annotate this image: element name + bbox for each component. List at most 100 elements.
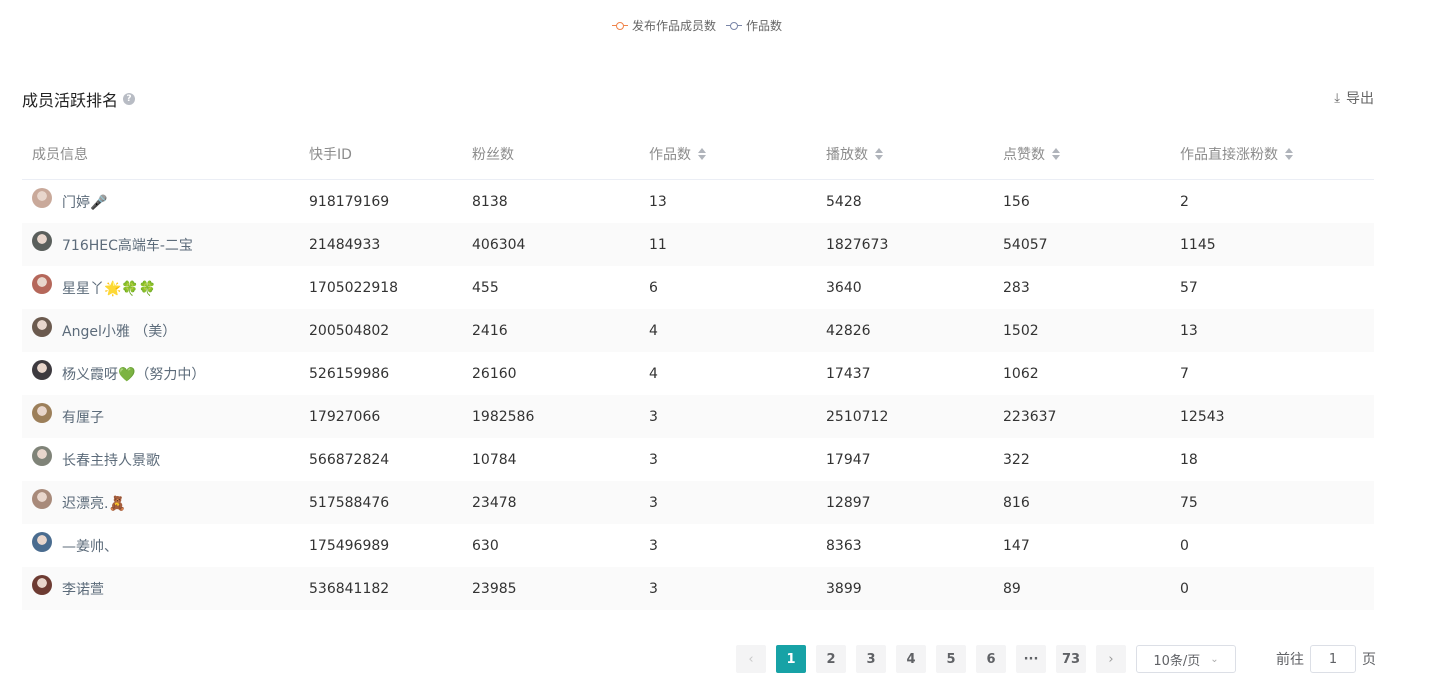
cell-follower-gain: 7 (1180, 365, 1189, 382)
avatar[interactable] (32, 574, 52, 595)
member-name[interactable]: 长春主持人景歌 (62, 450, 160, 470)
column-header-likes[interactable]: 点赞数 (993, 144, 1170, 164)
cell-works: 4 (649, 322, 658, 339)
member-name[interactable]: 李诺萱 (62, 579, 104, 599)
cell-plays: 1827673 (826, 236, 889, 253)
avatar[interactable] (32, 445, 52, 466)
table-row[interactable]: 迟漂亮.🧸 517588476 23478 3 12897 816 75 (22, 481, 1374, 524)
page-button[interactable]: 4 (896, 645, 926, 673)
member-name[interactable]: 有厘子 (62, 407, 104, 427)
chevron-down-icon: ⌄ (1210, 653, 1219, 665)
column-header-follower-gain[interactable]: 作品直接涨粉数 (1170, 144, 1374, 164)
table-row[interactable]: 716HEC高端车-二宝 21484933 406304 11 1827673 54057… (22, 223, 1374, 266)
download-icon: ⤓ (1334, 90, 1340, 106)
cell-likes: 89 (1003, 580, 1021, 597)
cell-fans: 1982586 (472, 408, 535, 425)
legend-item-members[interactable]: 发布作品成员数 (612, 17, 716, 34)
cell-likes: 54057 (1003, 236, 1048, 253)
goto-suffix: 页 (1362, 652, 1376, 668)
page-jumper: 前往 页 (1276, 645, 1376, 673)
column-header-fans: 粉丝数 (472, 147, 514, 163)
cell-works: 3 (649, 494, 658, 511)
sort-icon[interactable] (698, 148, 706, 160)
cell-works: 3 (649, 537, 658, 554)
table-row[interactable]: 长春主持人景歌 566872824 10784 3 17947 322 18 (22, 438, 1374, 481)
cell-follower-gain: 18 (1180, 451, 1198, 468)
cell-follower-gain: 0 (1180, 580, 1189, 597)
member-name[interactable]: 门婷🎤 (62, 192, 107, 212)
member-name[interactable]: 716HEC高端车-二宝 (62, 235, 193, 255)
member-name[interactable]: 杨义霞呀💚（努力中） (62, 364, 205, 384)
table-row[interactable]: Angel小雅 （美） 200504802 2416 4 42826 1502 13 (22, 309, 1374, 352)
cell-kuaishou-id: 200504802 (309, 322, 390, 339)
avatar[interactable] (32, 230, 52, 251)
cell-likes: 1502 (1003, 322, 1039, 339)
avatar[interactable] (32, 402, 52, 423)
goto-prefix: 前往 (1276, 652, 1304, 668)
member-name[interactable]: 迟漂亮.🧸 (62, 493, 126, 513)
member-name[interactable]: Angel小雅 （美） (62, 321, 176, 341)
cell-plays: 3640 (826, 279, 862, 296)
page-button[interactable]: 5 (936, 645, 966, 673)
column-header-plays[interactable]: 播放数 (816, 144, 993, 164)
cell-member-info: 杨义霞呀💚（努力中） (22, 359, 299, 384)
cell-plays: 8363 (826, 537, 862, 554)
avatar[interactable] (32, 531, 52, 552)
export-label: 导出 (1346, 91, 1374, 107)
avatar[interactable] (32, 273, 52, 294)
member-name[interactable]: —姜帅、 (62, 536, 118, 556)
cell-plays: 5428 (826, 193, 862, 210)
legend-label: 作品数 (746, 19, 783, 33)
cell-follower-gain: 12543 (1180, 408, 1225, 425)
cell-member-info: 李诺萱 (22, 574, 299, 599)
table-row[interactable]: 杨义霞呀💚（努力中） 526159986 26160 4 17437 1062 7 (22, 352, 1374, 395)
column-header-works[interactable]: 作品数 (639, 144, 816, 164)
more-pages-icon[interactable]: ··· (1016, 645, 1046, 673)
cell-kuaishou-id: 21484933 (309, 236, 381, 253)
page-list: 1 2 3 4 5 6 ··· 73 (776, 645, 1096, 673)
cell-works: 3 (649, 451, 658, 468)
cell-likes: 147 (1003, 537, 1030, 554)
question-circle-icon[interactable]: ? (123, 93, 136, 105)
cell-kuaishou-id: 918179169 (309, 193, 390, 210)
cell-likes: 322 (1003, 451, 1030, 468)
cell-works: 6 (649, 279, 658, 296)
page-size-select[interactable]: 10条/页 ⌄ (1136, 645, 1236, 673)
legend-label: 发布作品成员数 (632, 19, 717, 33)
cell-member-info: 门婷🎤 (22, 187, 299, 212)
table-row[interactable]: 李诺萱 536841182 23985 3 3899 89 0 (22, 567, 1374, 610)
sort-icon[interactable] (875, 148, 883, 160)
sort-icon[interactable] (1285, 148, 1293, 160)
table-row[interactable]: 星星丫🌟🍀🍀 1705022918 455 6 3640 283 57 (22, 266, 1374, 309)
sort-icon[interactable] (1052, 148, 1060, 160)
cell-member-info: 星星丫🌟🍀🍀 (22, 273, 299, 298)
table-row[interactable]: 门婷🎤 918179169 8138 13 5428 156 2 (22, 180, 1374, 223)
avatar[interactable] (32, 359, 52, 380)
table-row[interactable]: 有厘子 17927066 1982586 3 2510712 223637 12543 (22, 395, 1374, 438)
export-button[interactable]: ⤓ 导出 (1334, 88, 1374, 108)
cell-works: 4 (649, 365, 658, 382)
page-button[interactable]: 6 (976, 645, 1006, 673)
page-button[interactable]: 1 (776, 645, 806, 673)
goto-page-input[interactable] (1310, 645, 1356, 673)
table-row[interactable]: —姜帅、 175496989 630 3 8363 147 0 (22, 524, 1374, 567)
avatar[interactable] (32, 187, 52, 208)
chevron-left-icon[interactable]: ‹ (736, 645, 766, 673)
cell-likes: 283 (1003, 279, 1030, 296)
cell-works: 11 (649, 236, 667, 253)
cell-fans: 10784 (472, 451, 517, 468)
cell-fans: 8138 (472, 193, 508, 210)
page-button[interactable]: 73 (1056, 645, 1086, 673)
avatar[interactable] (32, 488, 52, 509)
member-name[interactable]: 星星丫🌟🍀🍀 (62, 278, 156, 298)
table-body: 门婷🎤 918179169 8138 13 5428 156 2 716HEC高端车-二宝 21… (22, 180, 1374, 610)
cell-follower-gain: 0 (1180, 537, 1189, 554)
legend-item-works[interactable]: 作品数 (726, 17, 782, 34)
avatar[interactable] (32, 316, 52, 337)
chevron-right-icon[interactable]: › (1096, 645, 1126, 673)
cell-member-info: 迟漂亮.🧸 (22, 488, 299, 513)
page-button[interactable]: 2 (816, 645, 846, 673)
cell-fans: 23478 (472, 494, 517, 511)
page-button[interactable]: 3 (856, 645, 886, 673)
cell-likes: 156 (1003, 193, 1030, 210)
